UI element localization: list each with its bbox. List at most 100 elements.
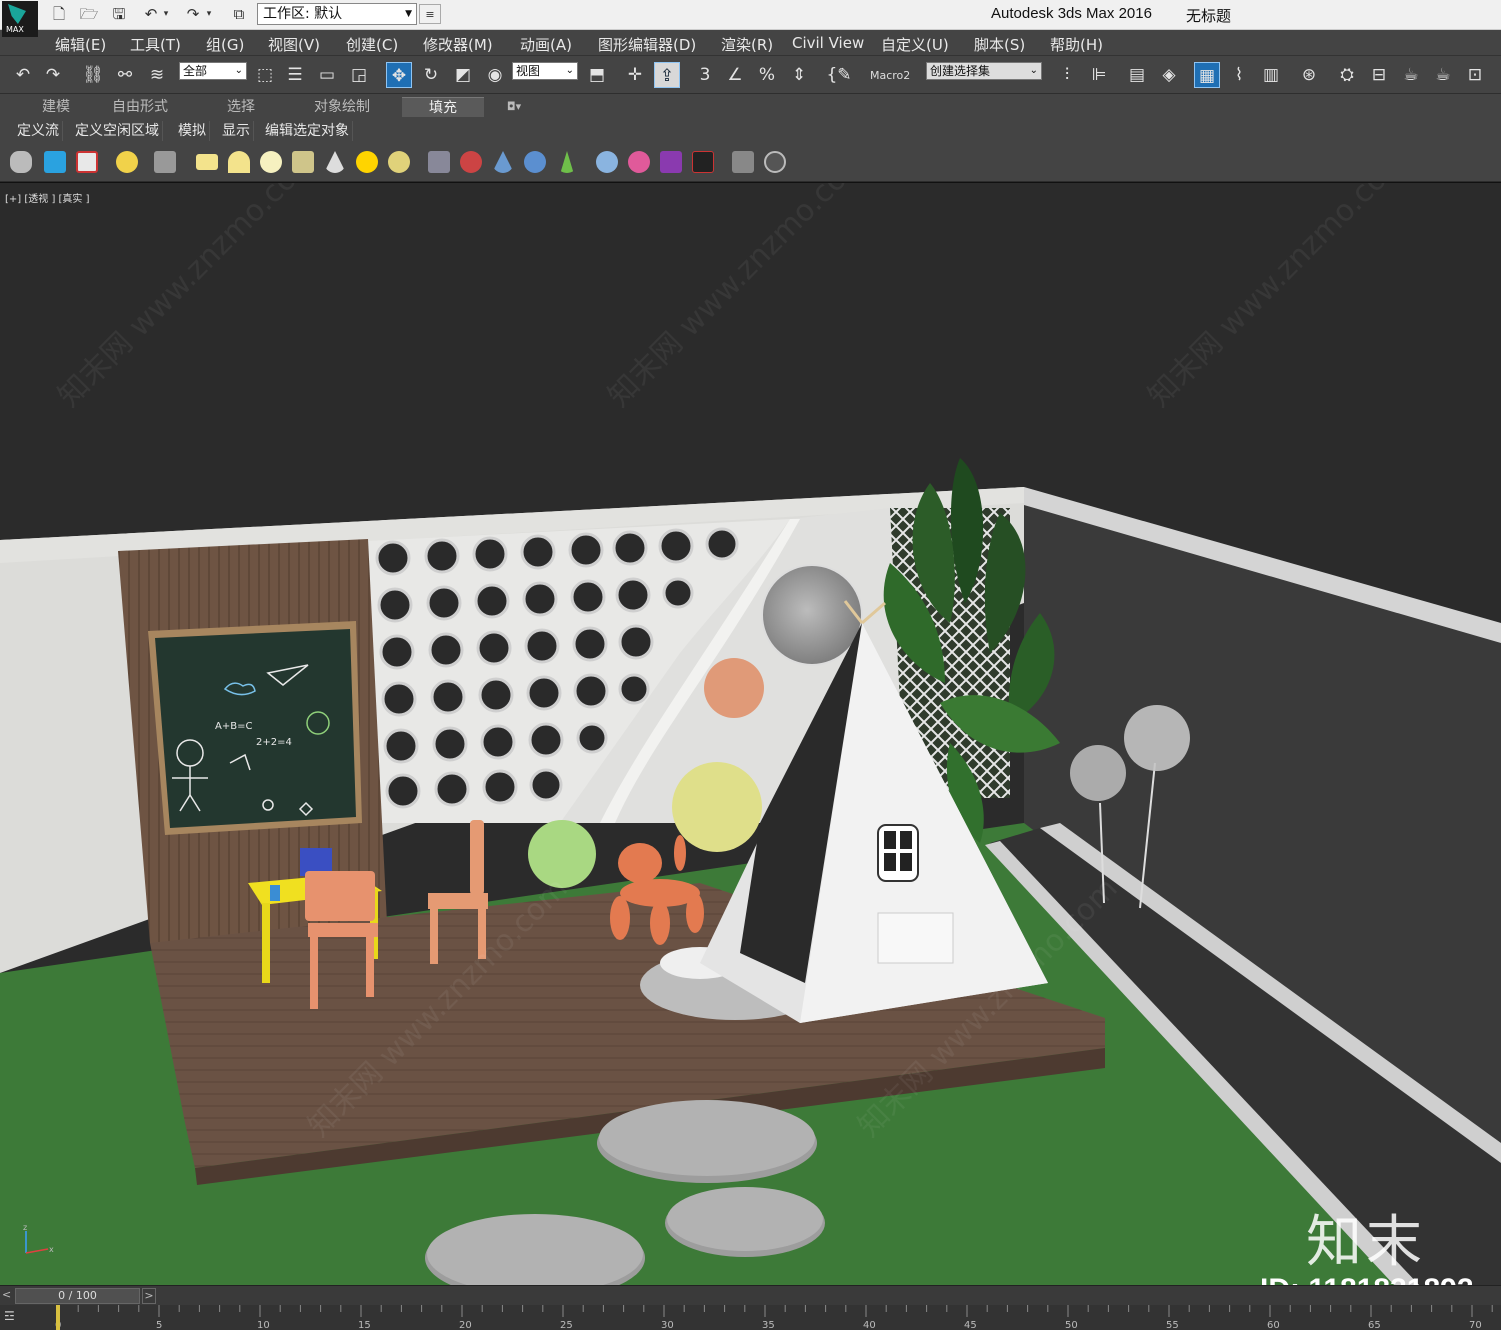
new-file-icon[interactable]: 🗋 [48, 4, 70, 24]
help-icon[interactable] [764, 151, 786, 173]
time-slider[interactable]: < 0 / 100 > [0, 1285, 1501, 1305]
menu-customize[interactable]: 自定义(U) [881, 34, 949, 55]
pivot-center-icon[interactable]: ⬒ [584, 62, 610, 88]
undo-icon[interactable]: ↶ [10, 62, 36, 88]
undo-dropdown-icon[interactable]: ▾ [160, 4, 172, 24]
rendered-frame-window-icon[interactable]: ⊟ [1366, 62, 1392, 88]
select-scale-icon[interactable]: ◩ [450, 62, 476, 88]
ies-light-icon[interactable] [292, 151, 314, 173]
camera-icon[interactable] [154, 151, 176, 173]
tools-icon[interactable] [732, 151, 754, 173]
select-object-icon[interactable]: ⬚ [252, 62, 278, 88]
define-idle-areas-button[interactable]: 定义空闲区域 [72, 121, 163, 141]
schematic-view-icon[interactable]: ▥ [1258, 62, 1284, 88]
track-bar[interactable]: ☲ 0510152025303540455055606570 [0, 1305, 1501, 1330]
workspace-dropdown[interactable]: 工作区: 默认 ▼ [257, 3, 417, 25]
prev-frame-button[interactable]: < [2, 1288, 14, 1304]
snaps-toggle-icon[interactable]: 3 [692, 62, 718, 88]
menu-animation[interactable]: 动画(A) [520, 34, 572, 55]
menu-group[interactable]: 组(G) [206, 34, 244, 55]
curve-editor-icon[interactable]: ⌇ [1226, 62, 1252, 88]
display-button[interactable]: 显示 [219, 121, 254, 141]
sky-light-icon[interactable] [388, 151, 410, 173]
define-flows-button[interactable]: 定义流 [14, 121, 63, 141]
menu-scripting[interactable]: 脚本(S) [974, 34, 1025, 55]
redo-icon[interactable]: ↷ [182, 4, 204, 24]
toggle-ribbon-icon[interactable]: ▦ [1194, 62, 1220, 88]
mirror-icon[interactable]: ⫶ [1054, 62, 1080, 88]
color-dots-icon[interactable] [628, 151, 650, 173]
render-in-cloud-icon[interactable]: ⊡ [1462, 62, 1488, 88]
tab-object-paint[interactable]: 对象绘制 [300, 97, 384, 117]
environment-icon[interactable] [44, 151, 66, 173]
render-iterative-icon[interactable]: ☕ [1430, 62, 1456, 88]
window-crossing-icon[interactable]: ◲ [346, 62, 372, 88]
save-icon[interactable]: 🖫 [108, 4, 130, 24]
globe-icon[interactable] [596, 151, 618, 173]
sphere-light-icon[interactable] [260, 151, 282, 173]
redo-icon[interactable]: ↷ [40, 62, 66, 88]
render-production-icon[interactable]: ☕ [1398, 62, 1424, 88]
render-region-icon[interactable] [692, 151, 714, 173]
menu-graph-editors[interactable]: 图形编辑器(D) [598, 34, 696, 55]
dome-light-icon[interactable] [228, 151, 250, 173]
tab-modeling[interactable]: 建模 [28, 97, 84, 117]
cone-light-icon[interactable] [324, 151, 346, 173]
sun-icon[interactable] [356, 151, 378, 173]
select-move-icon[interactable]: ✥ [386, 62, 412, 88]
layer-explorer-icon[interactable]: ◈ [1156, 62, 1182, 88]
edit-selected-button[interactable]: 编辑选定对象 [262, 121, 353, 141]
reference-coord-dropdown[interactable]: 视图 ⌄ [512, 62, 578, 80]
toggle-scene-explorer-icon[interactable]: ▤ [1124, 62, 1150, 88]
open-file-icon[interactable]: 🗁 [78, 4, 100, 24]
select-by-name-icon[interactable]: ☰ [282, 62, 308, 88]
gear-icon[interactable] [524, 151, 546, 173]
teapot-icon[interactable] [10, 151, 32, 173]
menu-help[interactable]: 帮助(H) [1050, 34, 1103, 55]
plane-light-icon[interactable] [196, 154, 218, 170]
menu-rendering[interactable]: 渲染(R) [721, 34, 773, 55]
quick-access-customize-icon[interactable]: ≡ [419, 4, 441, 24]
mesh-icon[interactable] [492, 151, 514, 173]
select-place-icon[interactable]: ◉ [482, 62, 508, 88]
ribbon-minimize-icon[interactable]: ◘▾ [496, 97, 532, 117]
tab-populate[interactable]: 填充 [402, 97, 484, 117]
angle-snap-icon[interactable]: ∠ [722, 62, 748, 88]
render-setup-icon[interactable]: ⛭ [1334, 62, 1360, 88]
project-folder-icon[interactable]: ⧉ [228, 4, 250, 24]
undo-icon[interactable]: ↶ [140, 4, 162, 24]
named-selection-dropdown[interactable]: 创建选择集 ⌄ [926, 62, 1042, 80]
menu-civil-view[interactable]: Civil View [792, 34, 864, 52]
menu-edit[interactable]: 编辑(E) [55, 34, 106, 55]
time-slider-thumb[interactable]: 0 / 100 [15, 1288, 140, 1304]
proxy-icon[interactable] [428, 151, 450, 173]
percent-snap-icon[interactable]: % [754, 62, 780, 88]
viewport-label[interactable]: [+] [透视 ] [真实 ] [5, 190, 90, 205]
edit-named-selection-icon[interactable]: {✎ [826, 62, 852, 88]
bind-space-warp-icon[interactable]: ≋ [144, 62, 170, 88]
menu-views[interactable]: 视图(V) [268, 34, 320, 55]
menu-tools[interactable]: 工具(T) [130, 34, 181, 55]
tab-selection[interactable]: 选择 [214, 97, 268, 117]
selection-filter-dropdown[interactable]: 全部 ⌄ [179, 62, 247, 80]
menu-modifiers[interactable]: 修改器(M) [423, 34, 493, 55]
redo-dropdown-icon[interactable]: ▾ [203, 4, 215, 24]
spinner-snap-icon[interactable]: ⇕ [786, 62, 812, 88]
keyboard-shortcut-override-icon[interactable]: ⇪ [654, 62, 680, 88]
align-icon[interactable]: ⊫ [1086, 62, 1112, 88]
unlink-icon[interactable]: ⚯ [112, 62, 138, 88]
perspective-viewport[interactable]: [+] [透视 ] [真实 ] A+B=C 2+2=4 知末网 www.znzm… [0, 182, 1501, 1285]
render-preview-icon[interactable] [76, 151, 98, 173]
material-editor-icon[interactable]: ⊛ [1296, 62, 1322, 88]
manipulate-icon[interactable]: ✛ [622, 62, 648, 88]
light-lister-icon[interactable] [116, 151, 138, 173]
menu-create[interactable]: 创建(C) [346, 34, 398, 55]
link-icon[interactable]: ⛓ [80, 62, 106, 88]
rect-selection-icon[interactable]: ▭ [314, 62, 340, 88]
next-frame-button[interactable]: > [142, 1288, 156, 1304]
simulate-button[interactable]: 模拟 [175, 121, 210, 141]
material-icon[interactable] [460, 151, 482, 173]
fur-icon[interactable] [560, 151, 574, 173]
tab-freeform[interactable]: 自由形式 [100, 97, 180, 117]
frame-buffer-icon[interactable] [660, 151, 682, 173]
